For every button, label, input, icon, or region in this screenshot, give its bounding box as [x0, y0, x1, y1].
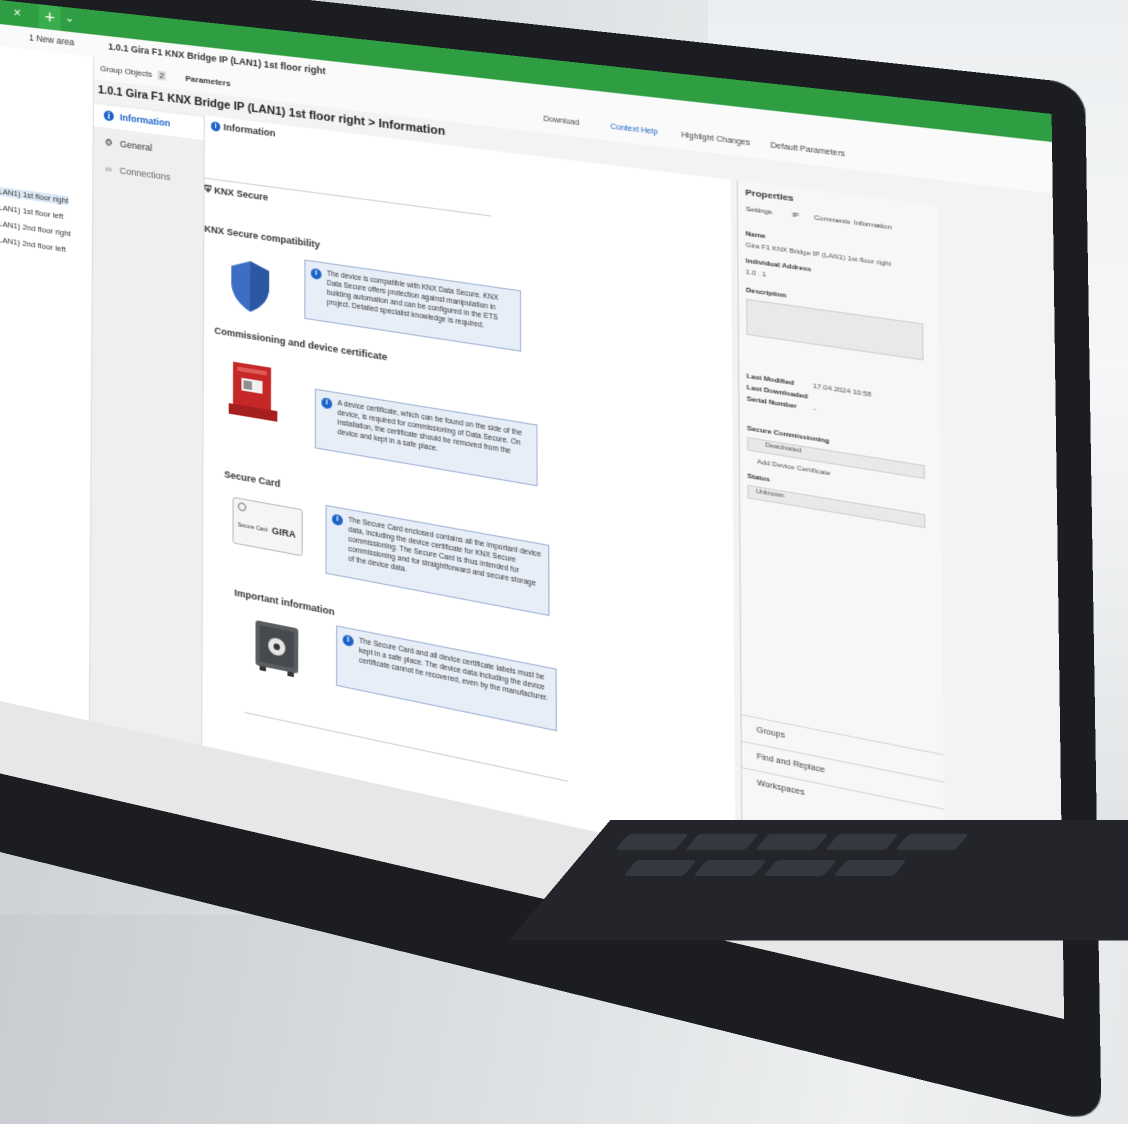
default-parameters-button[interactable]: Default Parameters: [770, 142, 845, 159]
tab-parameters[interactable]: Parameters: [185, 74, 230, 89]
individual-address-field[interactable]: 1.0 . 1: [746, 269, 766, 279]
safe-illustration: [255, 620, 299, 678]
tree-item[interactable]: LAN1) 2nd floor left: [0, 235, 66, 254]
tab-comments[interactable]: Comments: [814, 215, 850, 226]
tab-ip[interactable]: IP: [780, 211, 812, 222]
info-icon: i: [321, 397, 333, 410]
download-button[interactable]: Download: [543, 115, 579, 127]
info-icon: i: [103, 110, 114, 122]
link-icon: ∞: [105, 163, 112, 175]
info-box-text: The Secure Card and all device certifica…: [359, 637, 549, 703]
key: [685, 834, 759, 850]
info-box-text: The device is compatible with KNX Data S…: [326, 270, 499, 330]
gira-logo: GIRA: [271, 525, 296, 541]
info-box: i A device certificate, which can be fou…: [314, 388, 538, 487]
device-tree: LAN1) 1st floor right LAN1) 1st floor le…: [0, 46, 95, 780]
shield-illustration: [231, 258, 270, 315]
device-certificate-illustration: [228, 361, 278, 422]
knx-secure-heading: ⛨ KNX Secure: [204, 184, 268, 204]
tree-item[interactable]: LAN1) 1st floor left: [0, 203, 63, 221]
chevron-down-icon[interactable]: ⌄: [65, 10, 75, 25]
info-box: i The device is compatible with KNX Data…: [304, 259, 522, 352]
tab-group-objects[interactable]: Group Objects 2: [100, 63, 167, 81]
secure-commissioning-value: Deactivated: [765, 442, 802, 455]
highlight-changes-button[interactable]: Highlight Changes: [681, 131, 750, 147]
keyboard: [509, 820, 1128, 940]
breadcrumb-area[interactable]: 1 New area: [29, 32, 74, 47]
tab-information[interactable]: Information: [854, 220, 892, 232]
info-icon: i: [342, 634, 354, 648]
name-label: Name: [745, 231, 766, 241]
info-box: i The Secure Card enclosed contains all …: [325, 504, 550, 617]
context-help-button[interactable]: Context Help: [610, 123, 658, 136]
info-icon: i: [331, 513, 343, 527]
shield-icon: ⛨: [204, 183, 212, 196]
gear-icon: ⚙: [104, 136, 113, 149]
status-label: Status: [747, 473, 770, 484]
status-value: Unknown: [755, 488, 785, 500]
section-title: KNX Secure compatibility: [204, 223, 321, 251]
groups-panel-label: Groups: [756, 726, 785, 741]
tab-group-objects-label: Group Objects: [100, 63, 153, 80]
info-icon: i: [310, 267, 322, 281]
tree-item[interactable]: LAN1) 1st floor right: [0, 186, 69, 206]
key: [895, 834, 969, 850]
description-label: Description: [745, 287, 787, 300]
add-tab-button[interactable]: +: [38, 4, 61, 31]
key: [763, 860, 837, 876]
description-field[interactable]: [746, 298, 924, 361]
close-tab-icon[interactable]: ×: [13, 4, 21, 20]
section-title: Commissioning and device certificate: [214, 325, 388, 363]
last-modified-value: 17.04.2024 10:58: [813, 383, 872, 400]
workspaces-panel-label: Workspaces: [756, 779, 805, 798]
content-header-label: Information: [223, 121, 276, 139]
section-title: Secure Card: [224, 468, 281, 490]
tree-item[interactable]: LAN1) 2nd floor right: [0, 219, 71, 239]
secure-commissioning-field[interactable]: Deactivated: [747, 436, 925, 480]
info-box-text: A device certificate, which can be found…: [337, 399, 522, 456]
info-box: i The Secure Card and all device certifi…: [336, 625, 557, 732]
key: [825, 834, 899, 850]
nav-item-label: Information: [119, 112, 171, 129]
key: [833, 860, 907, 876]
nav-item-label: Connections: [119, 165, 171, 183]
nav-item-label: General: [119, 138, 153, 154]
group-objects-count-badge: 2: [157, 70, 167, 81]
properties-title: Properties: [745, 187, 794, 204]
tab-settings[interactable]: Settings: [743, 206, 775, 217]
parameter-nav: i Information ⚙ General ∞ Connections: [89, 101, 205, 799]
serial-number-label: Serial Number: [746, 396, 797, 411]
key: [755, 834, 829, 850]
secure-card-label: Secure Card: [237, 521, 268, 534]
key: [623, 860, 697, 876]
serial-number-value: -: [813, 406, 816, 414]
key: [693, 860, 767, 876]
secure-card-illustration: Secure Card GIRA: [232, 496, 303, 557]
key: [615, 834, 689, 850]
knx-secure-heading-label: KNX Secure: [214, 185, 269, 203]
content-header: i Information: [210, 120, 276, 139]
info-box-text: The Secure Card enclosed contains all th…: [348, 516, 542, 588]
section-title: Important information: [234, 587, 335, 618]
card-chip-icon: [237, 501, 247, 512]
info-icon: i: [210, 121, 221, 132]
status-field: Unknown: [747, 484, 926, 529]
